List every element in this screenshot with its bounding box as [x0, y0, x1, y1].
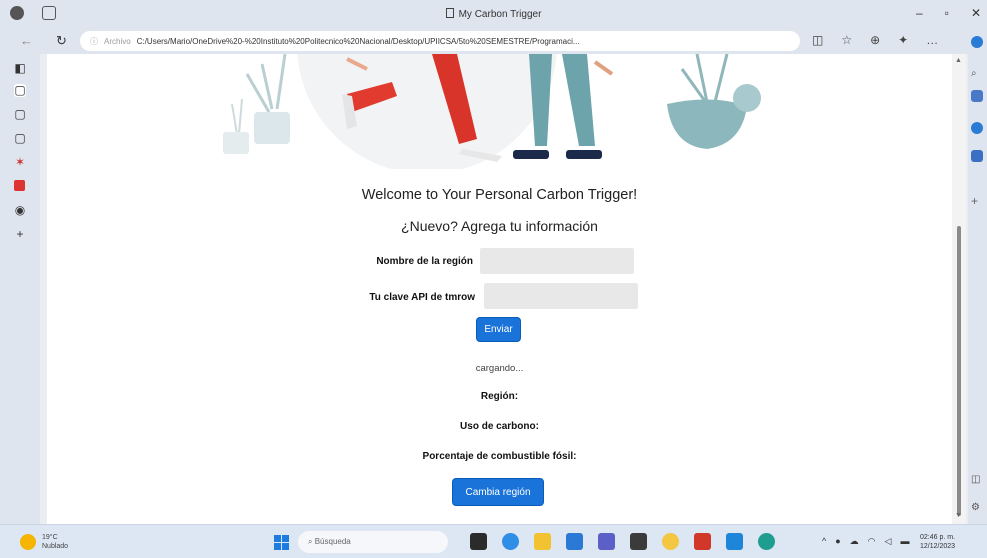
tab-star-icon[interactable]: ✶	[14, 156, 26, 169]
sidebar-toggle-icon[interactable]: ◫	[971, 474, 983, 486]
hero-illustration	[223, 54, 761, 169]
search-icon[interactable]: ⌕	[971, 68, 983, 80]
tab-app-icon[interactable]	[14, 180, 25, 191]
clock[interactable]: 02:46 p. m. 12/12/2023	[920, 533, 955, 551]
tools-icon[interactable]	[971, 122, 983, 134]
plant-icon	[223, 54, 290, 154]
page-content: Welcome to Your Personal Carbon Trigger!…	[47, 54, 952, 524]
system-tray[interactable]: ^ ● ☁ ◠ ◁ ▬	[822, 536, 909, 547]
change-region-button[interactable]: Cambia región	[452, 478, 544, 506]
document-icon	[445, 8, 454, 18]
new-tab-icon[interactable]: +	[14, 228, 26, 241]
region-name-input[interactable]	[480, 248, 634, 274]
photos-icon[interactable]	[662, 533, 679, 550]
address-bar[interactable]: ⓘ Archivo C:/Users/Mario/OneDrive%20-%20In…	[80, 31, 800, 51]
info-icon[interactable]: ⓘ	[90, 37, 98, 46]
taskbar: 19°C Nublado ⌕ Búsqueda ^ ● ☁ ◠ ◁ ▬ 02:4…	[0, 524, 987, 558]
form-subtitle: ¿Nuevo? Agrega tu información	[401, 218, 598, 234]
wifi-icon[interactable]: ◠	[868, 536, 876, 547]
minimize-icon[interactable]: –	[916, 6, 923, 20]
tab-github-icon[interactable]: ◉	[14, 204, 26, 217]
mail-icon[interactable]	[566, 533, 583, 550]
chat-icon[interactable]	[502, 533, 519, 550]
title-bar: My Carbon Trigger – ▫ ✕	[0, 0, 987, 28]
tab-active-page[interactable]: ▢	[14, 84, 26, 97]
add-sidebar-icon[interactable]: +	[971, 194, 983, 208]
cloud-icon[interactable]: ☁	[850, 536, 859, 547]
api-key-input[interactable]	[484, 283, 638, 309]
outlook-icon[interactable]	[971, 150, 983, 162]
office-icon[interactable]	[694, 533, 711, 550]
vscode-icon[interactable]	[726, 533, 743, 550]
back-icon[interactable]: ←	[20, 33, 33, 48]
scroll-up-icon[interactable]: ▲	[955, 57, 962, 64]
fossil-fuel-label: Porcentaje de combustible fósil:	[422, 451, 577, 462]
navigation-bar: ← ↻ ⓘ Archivo C:/Users/Mario/OneDrive%20-%…	[0, 28, 987, 54]
battery-icon[interactable]: ▬	[900, 536, 909, 547]
settings-icon[interactable]: ⚙	[971, 502, 983, 514]
api-key-label: Tu clave API de tmrow	[369, 292, 475, 303]
plant-icon-2	[667, 54, 761, 149]
scrollbar-thumb[interactable]	[957, 226, 961, 516]
split-screen-icon[interactable]: ◫	[812, 33, 823, 47]
tab-page-2[interactable]: ▢	[14, 108, 26, 121]
teams-icon[interactable]	[598, 533, 615, 550]
more-icon[interactable]: …	[926, 33, 938, 47]
network-icon[interactable]: ●	[835, 536, 840, 547]
file-explorer-icon[interactable]	[534, 533, 551, 550]
weather-widget[interactable]: 19°C Nublado	[20, 533, 68, 551]
close-icon[interactable]: ✕	[971, 6, 981, 20]
page-scrollbar[interactable]: ▲ ▼	[952, 54, 966, 524]
shopping-icon[interactable]	[971, 90, 983, 102]
tab-page-3[interactable]: ▢	[14, 132, 26, 145]
chevron-up-icon[interactable]: ^	[822, 536, 826, 547]
vertical-tabs: ◧ ▢ ▢ ▢ ✶ ◉ +	[0, 54, 40, 524]
welcome-heading: Welcome to Your Personal Carbon Trigger!	[361, 187, 638, 203]
loading-text: cargando...	[475, 363, 524, 374]
volume-icon[interactable]: ◁	[885, 536, 892, 547]
task-view-icon[interactable]	[470, 533, 487, 550]
refresh-icon[interactable]: ↻	[56, 33, 67, 49]
taskbar-search[interactable]: ⌕ Búsqueda	[298, 531, 448, 553]
edge-icon[interactable]	[758, 533, 775, 550]
favorites-icon[interactable]: ☆	[841, 33, 852, 47]
weather-icon	[20, 534, 36, 550]
collections-icon[interactable]: ⊕	[870, 33, 880, 47]
tab-panel-icon[interactable]: ◧	[14, 62, 26, 75]
copilot-icon[interactable]	[971, 36, 983, 48]
region-result-label: Región:	[480, 391, 519, 402]
start-button-icon[interactable]	[274, 535, 289, 550]
carbon-usage-label: Uso de carbono:	[460, 421, 539, 432]
maximize-icon[interactable]: ▫	[945, 6, 949, 20]
scroll-down-icon[interactable]: ▼	[955, 512, 962, 519]
edge-sidebar: ⌕ + ◫ ⚙	[968, 28, 987, 524]
terminal-icon[interactable]	[630, 533, 647, 550]
region-name-label: Nombre de la región	[376, 256, 473, 267]
submit-button[interactable]: Enviar	[476, 317, 521, 342]
extensions-icon[interactable]: ✦	[898, 33, 908, 47]
window-title: My Carbon Trigger	[0, 8, 987, 20]
